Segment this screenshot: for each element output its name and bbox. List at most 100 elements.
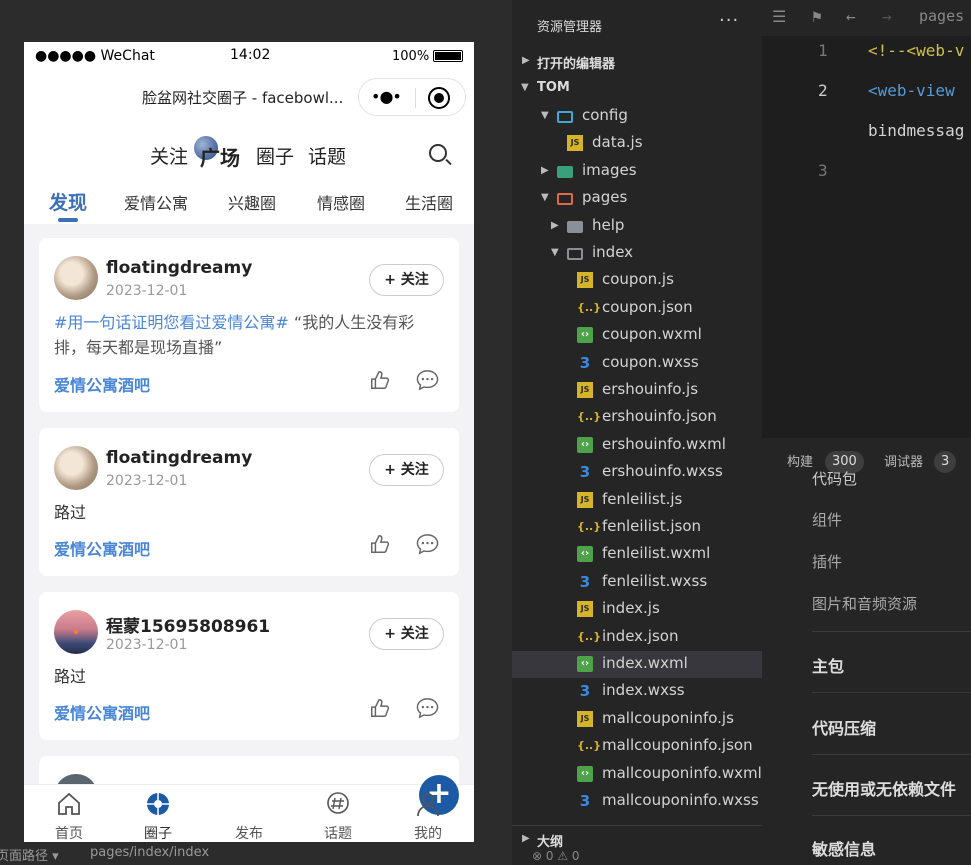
editor-breadcrumb[interactable]: pages [919,7,964,25]
chevron-down-icon[interactable]: ▼ [551,247,559,258]
avatar[interactable] [54,446,98,490]
post-username[interactable]: floatingdreamy [106,258,252,278]
chevron-down-icon[interactable]: ▼ [541,110,549,121]
back-arrow-icon[interactable]: ← [846,7,856,26]
json-file-icon: {..} [577,301,602,314]
code-editor[interactable]: ☰ ⚑ ← → pages 1 <!--<web-v 2 <web-view b… [762,0,971,438]
nav-circles[interactable]: 圈子 [256,142,294,169]
panel-item[interactable]: 图片和音频资源 [812,593,917,614]
panel-item[interactable]: 组件 [812,509,842,530]
panel-item[interactable]: 插件 [812,551,842,572]
like-thumb-icon[interactable] [369,369,391,391]
page-path-label[interactable]: 页面路径 ▾ [0,845,59,864]
tree-item[interactable]: 3 coupon.wxss [512,350,762,377]
js-file-icon: JS [577,492,593,508]
tree-item[interactable]: ▼ index [512,240,762,267]
build-panel: 构建 300 调试器 3 代码包 组件 插件 图片和音频资源 主包 代码压缩 无… [762,438,971,865]
tab-build[interactable]: 构建 [787,451,813,470]
tree-item[interactable]: ▼ config [512,103,762,130]
tree-item[interactable]: 3 fenleilist.wxss [512,569,762,596]
tree-item[interactable]: {..} ershouinfo.json [512,404,762,431]
tree-item[interactable]: {..} mallcouponinfo.json [512,733,762,760]
panel-heading[interactable]: 主包 [812,653,844,677]
chevron-down-icon[interactable]: ▼ [541,192,549,203]
tree-item[interactable]: ‹› coupon.wxml [512,322,762,349]
post-card[interactable]: floatingdreamy 2023-12-01 + 关注 路过 爱情公寓酒吧 [39,428,459,576]
more-actions-icon[interactable]: ··· [719,10,739,31]
page-path[interactable]: pages/index/index [90,845,209,860]
problem-counts[interactable]: ⊗ 0 ⚠ 0 [532,849,580,863]
tree-item[interactable]: 3 ershouinfo.wxss [512,459,762,486]
follow-button[interactable]: + 关注 [369,264,444,296]
panel-heading[interactable]: 无使用或无依赖文件 [812,776,956,800]
panel-heading[interactable]: 代码压缩 [812,715,876,739]
tabbar-circles[interactable]: 圈子 [123,785,193,842]
tree-item[interactable]: JS fenleilist.js [512,487,762,514]
comment-bubble-icon[interactable] [415,369,440,391]
like-thumb-icon[interactable] [369,533,391,555]
post-username[interactable]: floatingdreamy [106,448,252,468]
tree-item[interactable]: 3 index.wxss [512,678,762,705]
code-line[interactable]: <web-view [868,81,955,100]
comment-bubble-icon[interactable] [415,533,440,555]
folder-open-file-icon [557,193,573,205]
close-target-icon[interactable] [428,87,450,109]
tree-item[interactable]: 3 mallcouponinfo.wxss [512,788,762,815]
like-thumb-icon[interactable] [369,697,391,719]
bookmark-icon[interactable]: ⚑ [812,7,822,26]
tree-item[interactable]: {..} fenleilist.json [512,514,762,541]
tabbar-publish[interactable]: + 发布 [214,775,459,842]
tree-item[interactable]: ▶ images [512,158,762,185]
chevron-right-icon[interactable]: ▶ [541,165,549,176]
list-icon[interactable]: ☰ [772,7,786,26]
circle-link[interactable]: 爱情公寓酒吧 [54,700,150,724]
post-hashtag[interactable]: #用一句话证明您看过爱情公寓# [54,313,289,332]
tree-item[interactable]: ▶ help [512,213,762,240]
tabbar-home[interactable]: 首页 [34,785,104,842]
chevron-right-icon[interactable]: ▶ [551,220,559,231]
section-open-editors[interactable]: ▶ 打开的编辑器 [512,48,762,75]
avatar[interactable] [54,256,98,300]
post-card[interactable]: floatingdreamy 2023-12-01 + 关注 #用一句话证明您看… [39,238,459,412]
tree-item[interactable]: JS data.js [512,130,762,157]
avatar[interactable] [54,610,98,654]
follow-button[interactable]: + 关注 [369,454,444,486]
forward-arrow-icon[interactable]: → [882,7,892,26]
circle-link[interactable]: 爱情公寓酒吧 [54,372,150,396]
post-card[interactable]: 程蒙15695808961 2023-12-01 + 关注 路过 爱情公寓酒吧 [39,592,459,740]
tree-item[interactable]: JS ershouinfo.js [512,377,762,404]
follow-button[interactable]: + 关注 [369,618,444,650]
tree-item[interactable]: ‹› mallcouponinfo.wxml [512,761,762,788]
folder-file-icon [557,166,573,178]
tree-item[interactable]: ▼ pages [512,185,762,212]
tree-item[interactable]: JS mallcouponinfo.js [512,706,762,733]
tree-item[interactable]: JS coupon.js [512,267,762,294]
section-project[interactable]: ▼ TOM [512,75,762,102]
tabbar-topics[interactable]: 话题 [303,785,373,842]
search-icon[interactable] [429,144,447,162]
tree-item[interactable]: {..} index.json [512,624,762,651]
code-line[interactable]: bindmessag [868,121,964,140]
nav-square[interactable]: 广场 [200,142,240,171]
nav-topics[interactable]: 话题 [308,142,346,169]
tabbar-profile[interactable]: 我的 [393,785,463,842]
more-dots-icon[interactable]: •●• [371,87,402,106]
capsule-menu[interactable]: •●• [358,78,466,116]
nav-follow[interactable]: 关注 [150,142,188,169]
tab-love-apartment[interactable]: 爱情公寓 [124,190,188,214]
tab-debugger[interactable]: 调试器 [884,451,923,470]
circle-link[interactable]: 爱情公寓酒吧 [54,536,150,560]
panel-heading[interactable]: 敏感信息 [812,836,876,860]
tab-interests[interactable]: 兴趣圈 [228,190,276,214]
tree-item[interactable]: {..} coupon.json [512,295,762,322]
code-line[interactable]: <!--<web-v [868,41,964,60]
tab-discover[interactable]: 发现 [49,188,87,215]
tab-life[interactable]: 生活圈 [405,190,453,214]
post-username[interactable]: 程蒙15695808961 [106,612,270,637]
tree-item[interactable]: ‹› ershouinfo.wxml [512,432,762,459]
tree-item[interactable]: JS index.js [512,596,762,623]
tab-emotions[interactable]: 情感圈 [317,190,365,214]
tree-item[interactable]: ‹› index.wxml [512,651,762,678]
comment-bubble-icon[interactable] [415,697,440,719]
tree-item[interactable]: ‹› fenleilist.wxml [512,541,762,568]
